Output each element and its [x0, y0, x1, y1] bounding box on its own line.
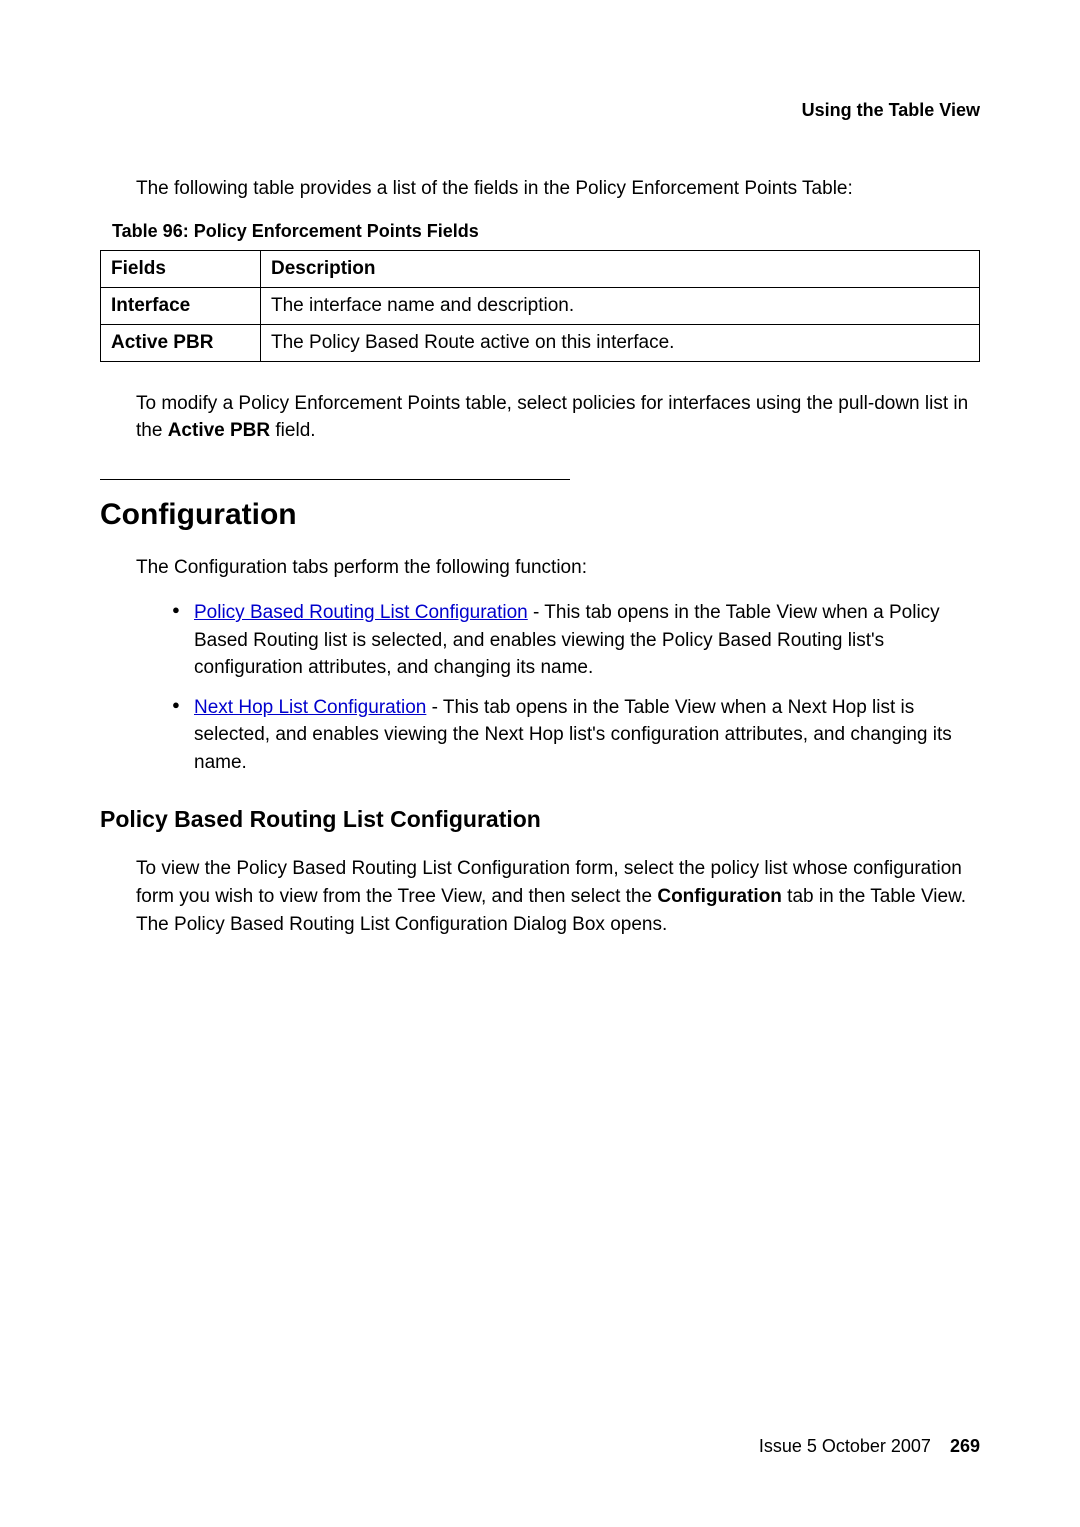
table-row: Interface The interface name and descrip…: [101, 287, 980, 324]
configuration-intro: The Configuration tabs perform the follo…: [136, 554, 980, 582]
table-cell-description: The Policy Based Route active on this in…: [261, 324, 980, 361]
table-cell-description: The interface name and description.: [261, 287, 980, 324]
table-cell-field: Interface: [101, 287, 261, 324]
pbr-paragraph: To view the Policy Based Routing List Co…: [136, 855, 980, 938]
list-item: Next Hop List Configuration - This tab o…: [172, 694, 980, 777]
pbr-list-config-heading: Policy Based Routing List Configuration: [100, 806, 980, 833]
footer-page-number: 269: [950, 1436, 980, 1456]
section-divider: [100, 479, 570, 480]
list-item: Policy Based Routing List Configuration …: [172, 599, 980, 682]
policy-based-routing-link[interactable]: Policy Based Routing List Configuration: [194, 602, 528, 623]
table-header-row: Fields Description: [101, 250, 980, 287]
pbr-text-bold: Configuration: [657, 886, 782, 907]
configuration-heading: Configuration: [100, 498, 980, 532]
footer-issue: Issue 5 October 2007: [759, 1436, 931, 1456]
page-footer: Issue 5 October 2007 269: [759, 1436, 980, 1457]
modify-text-bold: Active PBR: [168, 420, 270, 441]
table-header-fields: Fields: [101, 250, 261, 287]
running-header: Using the Table View: [100, 100, 980, 121]
intro-paragraph: The following table provides a list of t…: [136, 175, 980, 203]
table-row: Active PBR The Policy Based Route active…: [101, 324, 980, 361]
table-header-description: Description: [261, 250, 980, 287]
table-cell-field: Active PBR: [101, 324, 261, 361]
configuration-bullet-list: Policy Based Routing List Configuration …: [172, 599, 980, 776]
modify-text-after: field.: [270, 420, 315, 441]
table-caption: Table 96: Policy Enforcement Points Fiel…: [112, 221, 980, 242]
next-hop-list-link[interactable]: Next Hop List Configuration: [194, 697, 426, 718]
modify-paragraph: To modify a Policy Enforcement Points ta…: [136, 390, 980, 445]
fields-table: Fields Description Interface The interfa…: [100, 250, 980, 362]
